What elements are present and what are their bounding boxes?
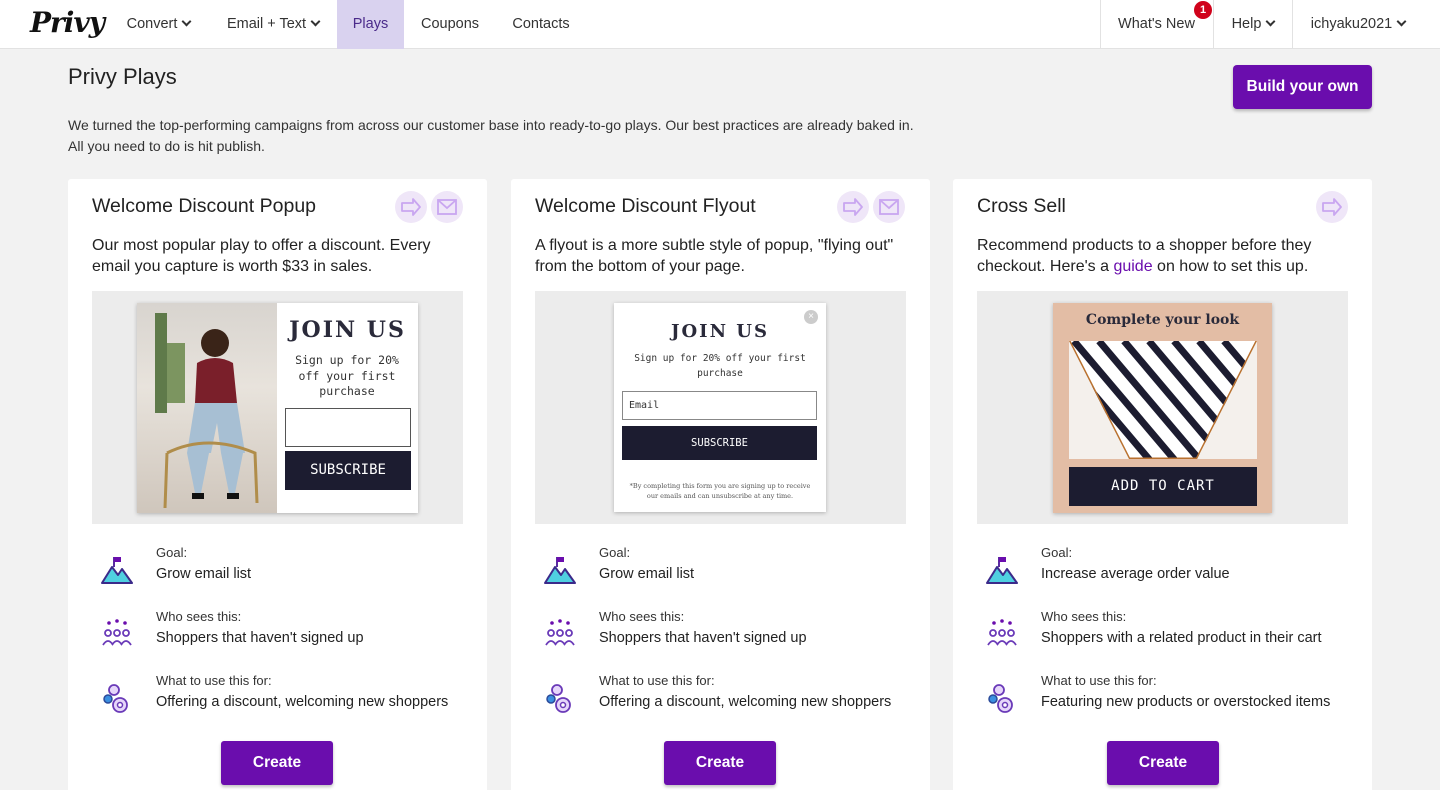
use-case-label: What to use this for:	[599, 673, 715, 688]
audience-people-icon	[102, 619, 132, 646]
use-case-value: Offering a discount, welcoming new shopp…	[599, 694, 892, 710]
card-title: Cross Sell	[977, 195, 1066, 217]
audience-label: Who sees this:	[599, 609, 685, 624]
nav-convert[interactable]: Convert	[112, 0, 205, 49]
audience-value: Shoppers with a related product in their…	[1041, 630, 1322, 646]
card-description: Our most popular play to offer a discoun…	[92, 237, 431, 275]
email-icon	[431, 191, 463, 223]
nav-plays[interactable]: Plays	[337, 0, 404, 49]
nav-coupons[interactable]: Coupons	[408, 0, 492, 49]
audience-value: Shoppers that haven't signed up	[156, 630, 364, 646]
goal-value: Grow email list	[599, 566, 695, 582]
arrow-icon	[837, 191, 869, 223]
goal-row: Goal: Increase average order value	[977, 545, 1357, 593]
use-case-value: Offering a discount, welcoming new shopp…	[156, 694, 449, 710]
chevron-down-icon	[1396, 16, 1407, 27]
add-to-cart-button: ADD TO CART	[1069, 467, 1257, 506]
card-description: Recommend products to a shopper before t…	[977, 235, 1352, 277]
use-case-value: Featuring new products or overstocked it…	[1041, 694, 1331, 710]
page-title: Privy Plays	[68, 64, 177, 89]
audience-people-icon	[987, 619, 1017, 646]
gears-icon	[103, 684, 128, 713]
chevron-down-icon	[310, 16, 321, 27]
flyout-preview: × JOIN US Sign up for 20% off your first…	[614, 303, 826, 512]
goal-label: Goal:	[1041, 545, 1073, 560]
goal-mountain-icon	[986, 557, 1018, 584]
goal-value: Grow email list	[156, 566, 252, 582]
flyout-subtext: Sign up for 20% off your first purchase	[634, 353, 806, 379]
popup-subscribe-button: SUBSCRIBE	[285, 451, 411, 490]
chevron-down-icon	[181, 16, 192, 27]
goal-row: Goal: Grow email list	[92, 545, 472, 593]
audience-row: Who sees this: Shoppers with a related p…	[977, 609, 1357, 657]
goal-label: Goal:	[156, 545, 188, 560]
audience-label: Who sees this:	[156, 609, 242, 624]
use-case-label: What to use this for:	[156, 673, 272, 688]
use-case-row: What to use this for: Offering a discoun…	[535, 673, 915, 721]
arrow-icon	[395, 191, 427, 223]
notification-badge: 1	[1194, 1, 1212, 19]
audience-value: Shoppers that haven't signed up	[599, 630, 807, 646]
nav-user-menu[interactable]: ichyaku2021	[1293, 0, 1423, 49]
goal-value: Increase average order value	[1041, 566, 1230, 582]
gears-icon	[546, 684, 571, 713]
cross-sell-preview: Complete your look ADD TO CART	[1053, 303, 1272, 513]
card-description: A flyout is a more subtle style of popup…	[535, 237, 894, 275]
popup-heading: JOIN US	[289, 317, 406, 343]
guide-link[interactable]: guide	[1113, 258, 1152, 275]
build-your-own-button[interactable]: Build your own	[1233, 65, 1372, 109]
nav-contacts-label: Contacts	[512, 16, 570, 32]
play-preview-image: JOIN US Sign up for 20% off your first p…	[92, 291, 463, 524]
play-preview-image: × JOIN US Sign up for 20% off your first…	[535, 291, 906, 524]
play-preview-image: Complete your look ADD TO CART	[977, 291, 1348, 524]
popup-subtext: Sign up for 20% off your first purchase	[295, 353, 399, 398]
audience-label: Who sees this:	[1041, 609, 1127, 624]
nav-help[interactable]: Help	[1214, 0, 1292, 49]
audience-row: Who sees this: Shoppers that haven't sig…	[535, 609, 915, 657]
privy-logo[interactable]: Privy	[30, 6, 105, 39]
use-case-row: What to use this for: Featuring new prod…	[977, 673, 1357, 721]
nav-email-text[interactable]: Email + Text	[212, 0, 334, 49]
flyout-heading: JOIN US	[670, 321, 770, 342]
create-button[interactable]: Create	[664, 741, 776, 785]
model-photo	[137, 303, 277, 513]
popup-email-input	[285, 408, 411, 447]
gears-icon	[988, 684, 1013, 713]
nav-contacts[interactable]: Contacts	[498, 0, 584, 49]
create-button[interactable]: Create	[221, 741, 333, 785]
audience-people-icon	[545, 619, 575, 646]
nav-plays-label: Plays	[352, 16, 389, 32]
use-case-label: What to use this for:	[1041, 673, 1157, 688]
popup-preview: JOIN US Sign up for 20% off your first p…	[137, 303, 418, 513]
card-title: Welcome Discount Flyout	[535, 195, 756, 217]
nav-help-label: Help	[1231, 16, 1262, 32]
play-card-welcome-popup: Welcome Discount Popup Our most popular …	[68, 179, 487, 790]
nav-user-label: ichyaku2021	[1310, 16, 1393, 32]
scarf-product-image	[1069, 341, 1257, 459]
goal-mountain-icon	[101, 557, 133, 584]
goal-mountain-icon	[544, 557, 576, 584]
nav-email-text-label: Email + Text	[226, 16, 307, 32]
email-icon	[873, 191, 905, 223]
nav-coupons-label: Coupons	[420, 16, 480, 32]
page-intro: We turned the top-performing campaigns f…	[68, 117, 914, 154]
card-description-text-end: on how to set this up.	[1152, 258, 1309, 275]
cross-sell-heading: Complete your look	[1085, 312, 1240, 328]
audience-row: Who sees this: Shoppers that haven't sig…	[92, 609, 472, 657]
play-card-cross-sell: Cross Sell Recommend products to a shopp…	[953, 179, 1372, 790]
card-title: Welcome Discount Popup	[92, 195, 317, 217]
chevron-down-icon	[1265, 16, 1276, 27]
nav-whats-new-label: What's New	[1118, 16, 1195, 32]
flyout-fine-print: *By completing this form you are signing…	[629, 482, 811, 500]
goal-label: Goal:	[599, 545, 631, 560]
nav-convert-label: Convert	[126, 16, 178, 32]
use-case-row: What to use this for: Offering a discoun…	[92, 673, 472, 721]
flyout-email-input: Email	[622, 391, 817, 420]
create-button[interactable]: Create	[1107, 741, 1219, 785]
goal-row: Goal: Grow email list	[535, 545, 915, 593]
top-nav: Privy Convert Email + Text Plays Coupons…	[0, 0, 1440, 49]
play-card-welcome-flyout: Welcome Discount Flyout A flyout is a mo…	[511, 179, 930, 790]
flyout-subscribe-button: SUBSCRIBE	[622, 426, 817, 460]
arrow-icon	[1316, 191, 1348, 223]
